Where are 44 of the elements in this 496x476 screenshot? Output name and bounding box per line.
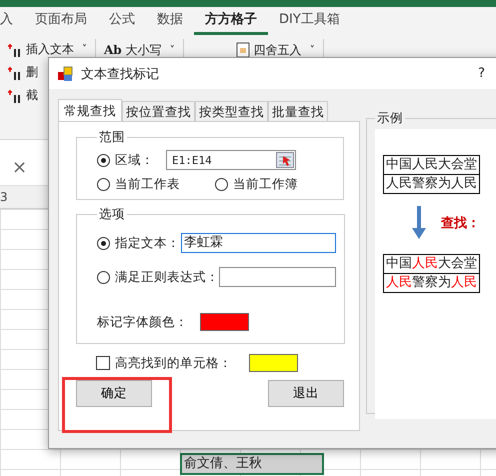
ribbon-tab[interactable]: 公式	[98, 7, 146, 35]
insert-text-icon	[8, 42, 22, 56]
app-icon	[57, 66, 73, 82]
group-title: 范围	[98, 129, 126, 146]
cancel-button[interactable]: ×	[12, 157, 28, 178]
group-title: 选项	[98, 206, 126, 223]
insert-text-icon	[8, 88, 22, 102]
ribbon-tab[interactable]: 入	[0, 7, 24, 35]
checkbox[interactable]: 高亮找到的单元格：	[96, 354, 232, 372]
table-cell: 中国人民大会堂	[384, 156, 480, 174]
field-label: 标记字体颜色：	[97, 314, 188, 330]
text-field[interactable]: 李虹霖	[181, 233, 336, 253]
help-button[interactable]: ?	[478, 66, 485, 81]
color-swatch[interactable]	[200, 313, 249, 331]
ok-button[interactable]: 确定	[76, 380, 152, 407]
search-label: 查找：	[441, 215, 480, 232]
range-picker-icon[interactable]	[276, 152, 294, 168]
down-arrow-icon	[411, 206, 427, 240]
group-title: 示例	[376, 110, 404, 127]
insert-text-icon	[8, 66, 22, 80]
dialog-tab[interactable]: 批量查找	[268, 101, 328, 121]
table-cell: 人民警察为人民	[384, 274, 480, 292]
ribbon-tab[interactable]: 数据	[146, 7, 194, 35]
range-field[interactable]: E1:E14	[166, 150, 296, 170]
text-field[interactable]	[219, 267, 336, 287]
ribbon-command[interactable]: Ab 大小写 ˅	[102, 39, 177, 61]
selected-cell[interactable]: 俞文倩、王秋	[180, 453, 324, 475]
radio-button[interactable]: 满足正则表达式：	[97, 268, 219, 286]
ribbon-tab[interactable]: 页面布局	[24, 7, 98, 35]
ribbon-tab[interactable]: DIY工具箱	[268, 7, 351, 35]
radio-button[interactable]: 区域：	[97, 152, 154, 168]
dialog-tab[interactable]: 常规查找	[58, 99, 122, 121]
exit-button[interactable]: 退出	[268, 380, 344, 407]
radio-button[interactable]: 当前工作簿	[215, 176, 298, 193]
dialog-title: 文本查找标记	[81, 66, 159, 82]
radio-button[interactable]: 当前工作表	[97, 176, 215, 193]
color-swatch[interactable]	[249, 354, 298, 372]
column-header: 3	[0, 190, 8, 204]
ribbon-command[interactable]: 插入文本 ˅	[6, 39, 89, 60]
radio-button[interactable]: 指定文本：	[97, 234, 180, 252]
table-cell: 人民警察为人民	[384, 174, 480, 194]
dialog-tab[interactable]: 按位置查找	[122, 101, 195, 121]
table-cell: 中国人民大会堂	[384, 254, 480, 274]
dialog-tab[interactable]: 按类型查找	[195, 101, 268, 121]
